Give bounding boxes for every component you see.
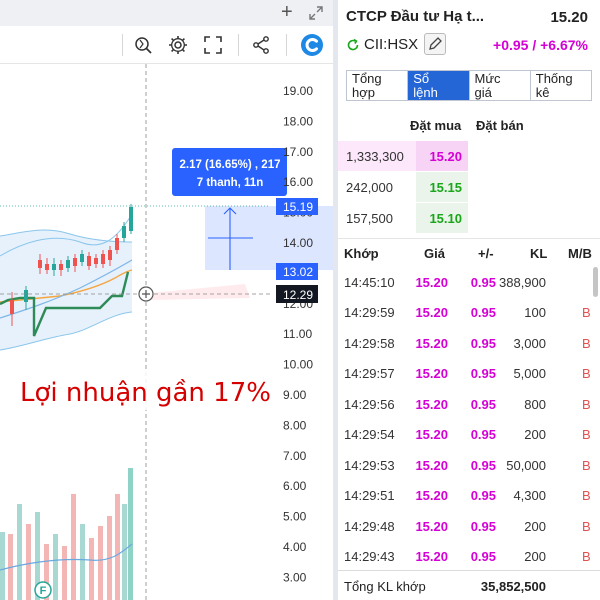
tab-summary[interactable]: Tổng hợp	[347, 71, 409, 100]
candle	[10, 300, 14, 314]
tab-price-levels[interactable]: Mức giá	[469, 71, 531, 100]
trades-scrollbar[interactable]	[593, 267, 598, 297]
trade-row: 14:45:10 15.20 0.95 388,900	[344, 275, 546, 290]
candle	[129, 207, 133, 231]
bollinger-band-fill	[0, 230, 132, 350]
cursor-price-tag-label: 12.29	[283, 288, 313, 302]
edit-button[interactable]	[424, 33, 446, 55]
ask-header: Đặt bán	[476, 118, 524, 133]
price-change: +0.95 / +6.67%	[493, 37, 588, 53]
tooltip-line2: 7 thanh, 11n	[197, 177, 263, 189]
candle	[80, 254, 84, 262]
bid-header: Đặt mua	[410, 118, 462, 133]
stock-price: 15.20	[550, 9, 588, 26]
trade-row: 14:29:43 15.20 0.95 200 B	[344, 549, 591, 564]
price-chart[interactable]: F 2.17 (16.65%) , 217 7 thanh, 11n Lợi n…	[0, 64, 333, 600]
candle	[59, 264, 63, 270]
matched-trades-header: Khớp Giá +/- KL M/B	[338, 238, 600, 266]
trade-row: 14:29:56 15.20 0.95 800 B	[344, 397, 591, 412]
price-axis-tick: 18.00	[283, 114, 313, 128]
candle	[45, 264, 49, 270]
price-axis-tick: 14.00	[283, 236, 313, 250]
trade-row: 14:29:53 15.20 0.95 50,000 B	[344, 458, 591, 473]
brand-logo-icon[interactable]	[300, 33, 324, 57]
total-volume-value: 35,852,500	[480, 579, 546, 594]
price-axis-tick: 3.00	[283, 570, 307, 584]
order-book-panel: CTCP Đầu tư Hạ t... 15.20 CII:HSX +0.95 …	[338, 0, 600, 600]
candle	[38, 260, 42, 268]
order-book-row: 242,000 15.15	[338, 172, 600, 202]
stock-name: CTCP Đầu tư Hạ t...	[346, 8, 485, 25]
add-tab-icon[interactable]: +	[281, 2, 293, 22]
ticker-label: CII:HSX	[364, 36, 419, 53]
expand-icon[interactable]	[308, 5, 324, 21]
price-axis-tick: 11.00	[283, 327, 312, 341]
candle	[101, 254, 105, 264]
trade-row: 14:29:51 15.20 0.95 4,300 B	[344, 488, 591, 503]
price-axis-tick: 7.00	[283, 449, 307, 463]
refresh-icon[interactable]	[346, 38, 360, 52]
tab-order-book[interactable]: Sổ lệnh	[408, 71, 470, 100]
price-axis-tick: 10.00	[283, 358, 313, 372]
price-axis[interactable]: 19.0018.0017.0016.0015.0014.0013.0012.00…	[283, 84, 313, 584]
zoom-icon[interactable]	[132, 34, 154, 56]
ticker[interactable]: CII:HSX	[346, 36, 418, 53]
order-book-row: 157,500 15.10	[338, 203, 600, 233]
total-volume-footer: Tổng KL khớp 35,852,500	[338, 570, 600, 600]
toolbar-separator	[122, 34, 123, 56]
candle	[24, 290, 28, 302]
order-book-row: 1,333,300 15.20	[338, 141, 600, 171]
upper-price-tag-label: 15.19	[283, 200, 313, 214]
trade-row: 14:29:57 15.20 0.95 5,000 B	[344, 366, 591, 381]
price-axis-tick: 8.00	[283, 418, 307, 432]
trade-row: 14:29:58 15.20 0.95 3,000 B	[344, 336, 591, 351]
tab-statistics[interactable]: Thống kê	[530, 71, 591, 100]
chart-pane[interactable]: + F 2.17 (16.65%) , 217 7 thanh, 11n Lợi…	[0, 0, 333, 600]
candle	[94, 258, 98, 264]
trade-row: 14:29:54 15.20 0.95 200 B	[344, 427, 591, 442]
price-axis-tick: 17.00	[283, 145, 313, 159]
lower-price-tag-label: 13.02	[283, 265, 313, 279]
total-volume-label: Tổng KL khớp	[344, 579, 426, 594]
trade-row: 14:29:48 15.20 0.95 200 B	[344, 519, 591, 534]
toolbar-separator	[286, 34, 287, 56]
price-axis-tick: 4.00	[283, 540, 307, 554]
tooltip-line1: 2.17 (16.65%) , 217	[179, 159, 280, 171]
candle	[115, 238, 119, 250]
candle	[122, 226, 126, 238]
price-axis-tick: 6.00	[283, 479, 307, 493]
pencil-icon	[429, 37, 442, 50]
chart-toolbar	[0, 26, 333, 64]
price-axis-tick: 16.00	[283, 175, 313, 189]
share-icon[interactable]	[250, 34, 272, 56]
event-marker-label: F	[40, 585, 47, 597]
candle	[108, 250, 112, 260]
fullscreen-icon[interactable]	[202, 34, 224, 56]
price-axis-tick: 5.00	[283, 510, 307, 524]
chart-tab-strip: +	[0, 0, 333, 26]
toolbar-separator	[238, 34, 239, 56]
volume-bars	[0, 468, 133, 600]
trade-row: 14:29:59 15.20 0.95 100 B	[344, 305, 591, 320]
panel-tabs: Tổng hợp Sổ lệnh Mức giá Thống kê	[346, 70, 592, 101]
gear-icon[interactable]	[167, 34, 189, 56]
candle	[52, 264, 56, 270]
candle	[73, 258, 77, 266]
candle	[87, 256, 91, 266]
price-axis-tick: 19.00	[283, 84, 313, 98]
price-axis-tick: 9.00	[283, 388, 307, 402]
profit-annotation: Lợi nhuận gần 17%	[20, 378, 271, 408]
candle	[66, 260, 70, 268]
